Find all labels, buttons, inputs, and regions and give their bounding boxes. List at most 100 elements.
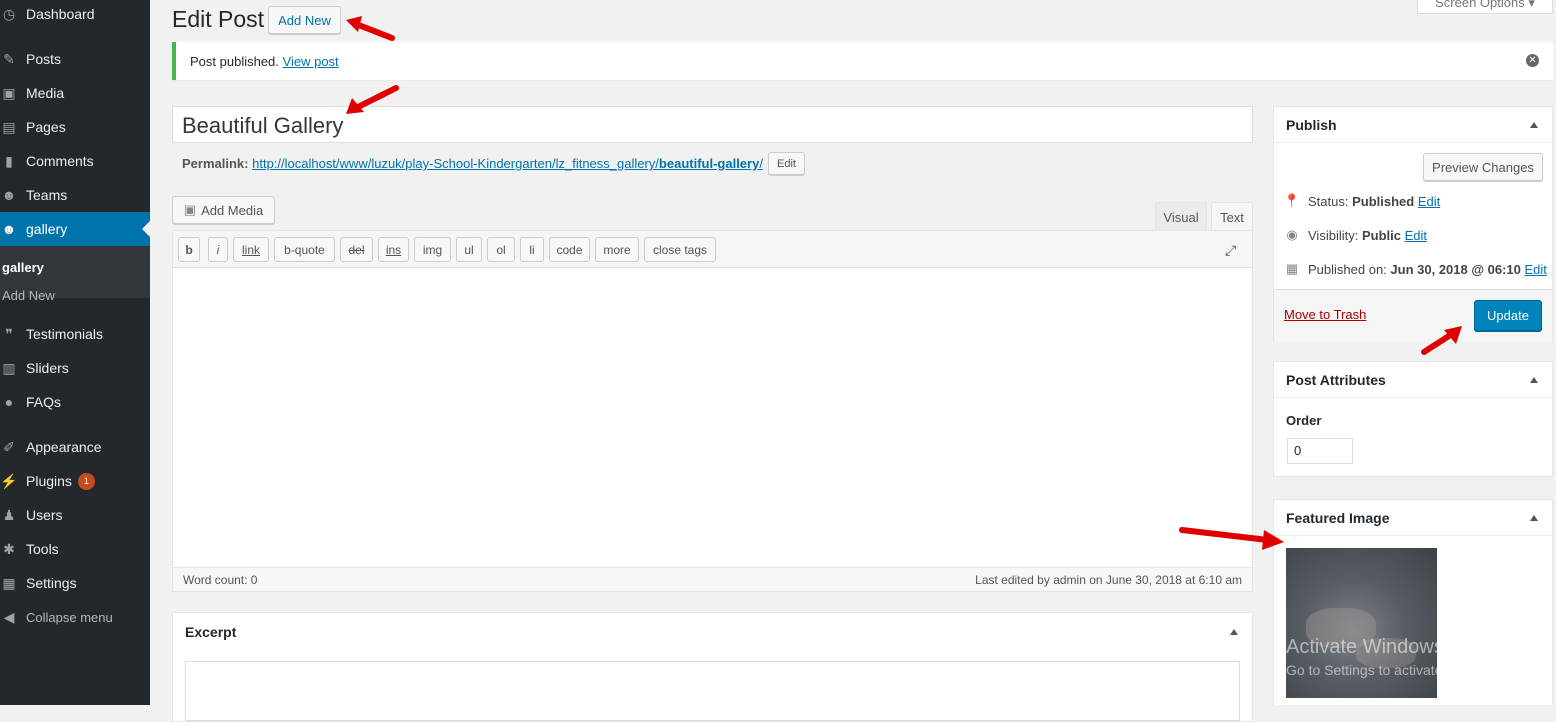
testimonial-icon: ❞: [5, 325, 13, 342]
quicktag-ul-button[interactable]: ul: [456, 237, 482, 262]
sidebar-item-teams[interactable]: ☻ Teams: [0, 178, 150, 212]
quicktags-toolbar: b i link b-quote del ins img ul ol li co…: [173, 231, 1252, 268]
slides-icon: ▥: [2, 359, 16, 376]
visibility-edit-link[interactable]: Edit: [1405, 228, 1427, 243]
content-textarea[interactable]: [173, 268, 1252, 568]
quicktag-del-button[interactable]: del: [340, 237, 373, 262]
add-new-button[interactable]: Add New: [268, 6, 341, 34]
toggle-arrow-icon[interactable]: [1530, 122, 1538, 128]
move-to-trash-link[interactable]: Move to Trash: [1284, 307, 1366, 322]
sidebar-item-faqs[interactable]: ● FAQs: [0, 385, 150, 419]
groups-icon: ☻: [1, 187, 17, 203]
dashboard-icon: ◷: [2, 5, 16, 22]
permalink-edit-button[interactable]: Edit: [768, 152, 805, 175]
quicktag-code-button[interactable]: code: [549, 237, 590, 262]
submenu-item-gallery[interactable]: gallery: [2, 260, 44, 275]
collapse-menu-button[interactable]: ◀ Collapse menu: [0, 600, 150, 634]
success-notice: Post published. View post ✕: [172, 42, 1553, 80]
fullscreen-icon[interactable]: ⤢: [1225, 243, 1239, 257]
sidebar-item-testimonials[interactable]: ❞ Testimonials: [0, 317, 150, 351]
tab-visual[interactable]: Visual: [1155, 202, 1207, 231]
quicktag-italic-button[interactable]: i: [208, 237, 228, 262]
sidebar-item-dashboard[interactable]: ◷ Dashboard: [0, 0, 150, 31]
sidebar-item-media[interactable]: ▣ Media: [0, 76, 150, 110]
calendar-icon: ▦: [1285, 261, 1299, 276]
preview-changes-button[interactable]: Preview Changes: [1423, 153, 1543, 181]
visibility-label: Visibility:: [1308, 227, 1359, 243]
activation-watermark-text: Go to Settings to activate Windows.: [1286, 662, 1507, 678]
plugin-icon: ⚡: [0, 472, 18, 489]
eye-icon: ◉: [1286, 227, 1298, 242]
sidebar-item-label: gallery: [26, 221, 68, 237]
add-media-icon: ▣: [183, 202, 197, 217]
toggle-arrow-icon[interactable]: [1230, 629, 1238, 635]
faq-icon: ●: [4, 394, 14, 410]
sidebar-item-label: Comments: [26, 153, 94, 169]
order-input[interactable]: 0: [1287, 438, 1353, 464]
comment-icon: ▮: [5, 152, 13, 169]
quicktag-link-button[interactable]: link: [233, 237, 269, 262]
sidebar-item-tools[interactable]: ✱ Tools: [0, 532, 150, 566]
published-value: Jun 30, 2018 @ 06:10: [1390, 261, 1521, 277]
quicktag-ol-button[interactable]: ol: [487, 237, 515, 262]
add-media-button[interactable]: ▣ Add Media: [172, 196, 275, 224]
quicktag-ins-button[interactable]: ins: [378, 237, 409, 262]
sidebar-item-users[interactable]: ♟ Users: [0, 498, 150, 532]
pages-icon: ▤: [2, 118, 16, 135]
permalink-tail: /: [759, 156, 763, 171]
update-button[interactable]: Update: [1474, 300, 1542, 331]
sidebar-item-settings[interactable]: ▦ Settings: [0, 566, 150, 600]
sidebar-item-comments[interactable]: ▮ Comments: [0, 144, 150, 178]
published-on-row: ▦ Published on: Jun 30, 2018 @ 06:10 Edi…: [1282, 261, 1547, 277]
add-media-label: Add Media: [201, 202, 264, 218]
sidebar-item-label: Plugins: [26, 473, 72, 489]
screen-options-button[interactable]: Screen Options ▾: [1417, 0, 1553, 14]
quicktag-bquote-button[interactable]: b-quote: [274, 237, 335, 262]
quicktag-more-button[interactable]: more: [595, 237, 639, 262]
sidebar-item-plugins[interactable]: ⚡ Plugins 1: [0, 464, 150, 498]
update-count-badge: 1: [77, 472, 95, 490]
settings-icon: ▦: [2, 574, 16, 591]
sidebar-item-appearance[interactable]: ✐ Appearance: [0, 430, 150, 464]
submenu-item-add-new[interactable]: Add New: [2, 288, 55, 303]
publish-box-header: Publish: [1274, 107, 1552, 143]
users-icon: ♟: [2, 506, 16, 523]
order-label: Order: [1286, 413, 1322, 428]
status-label: Status:: [1308, 193, 1349, 209]
quicktag-close-tags-button[interactable]: close tags: [644, 237, 716, 262]
sidebar-item-label: Pages: [26, 119, 66, 135]
gallery-submenu: gallery Add New: [0, 246, 150, 303]
editor-status-bar: Word count: 0 Last edited by admin on Ju…: [173, 567, 1252, 591]
visibility-row: ◉ Visibility: Public Edit: [1282, 227, 1427, 243]
sidebar-item-label: Dashboard: [26, 6, 95, 22]
quicktag-img-button[interactable]: img: [414, 237, 451, 262]
sidebar-item-posts[interactable]: ✎ Posts: [0, 42, 150, 76]
dismiss-icon[interactable]: ✕: [1526, 54, 1539, 67]
published-edit-link[interactable]: Edit: [1525, 262, 1547, 277]
sidebar-item-label: Media: [26, 85, 65, 101]
quicktag-bold-button[interactable]: b: [178, 237, 200, 262]
admin-sidebar: ◷ Dashboard ✎ Posts ▣ Media ▤ Pages ▮ Comment…: [0, 0, 150, 705]
sidebar-item-label: Settings: [26, 575, 77, 591]
view-post-link[interactable]: View post: [283, 54, 339, 69]
sidebar-item-sliders[interactable]: ▥ Sliders: [0, 351, 150, 385]
post-title-input[interactable]: Beautiful Gallery: [172, 106, 1253, 143]
annotation-arrow: [1421, 326, 1462, 355]
toggle-arrow-icon[interactable]: [1530, 377, 1538, 383]
sidebar-item-label: Users: [26, 507, 63, 523]
pin-icon: ✎: [3, 50, 15, 67]
excerpt-textarea[interactable]: [185, 661, 1240, 721]
word-count: Word count: 0: [183, 573, 258, 587]
tab-text[interactable]: Text: [1211, 202, 1253, 231]
sidebar-item-gallery[interactable]: ☻ gallery: [0, 212, 150, 246]
permalink-link[interactable]: http://localhost/www/luzuk/play-School-K…: [252, 156, 763, 171]
toggle-arrow-icon[interactable]: [1530, 515, 1538, 521]
status-edit-link[interactable]: Edit: [1418, 194, 1440, 209]
quicktag-li-button[interactable]: li: [520, 237, 544, 262]
sidebar-item-pages[interactable]: ▤ Pages: [0, 110, 150, 144]
wrench-icon: ✱: [3, 540, 15, 557]
excerpt-title: Excerpt: [185, 624, 237, 640]
visibility-value: Public: [1361, 227, 1401, 243]
publish-box: Publish Preview Changes 📍 Status: Publis…: [1273, 106, 1553, 342]
collapse-icon: ◀: [3, 608, 15, 625]
